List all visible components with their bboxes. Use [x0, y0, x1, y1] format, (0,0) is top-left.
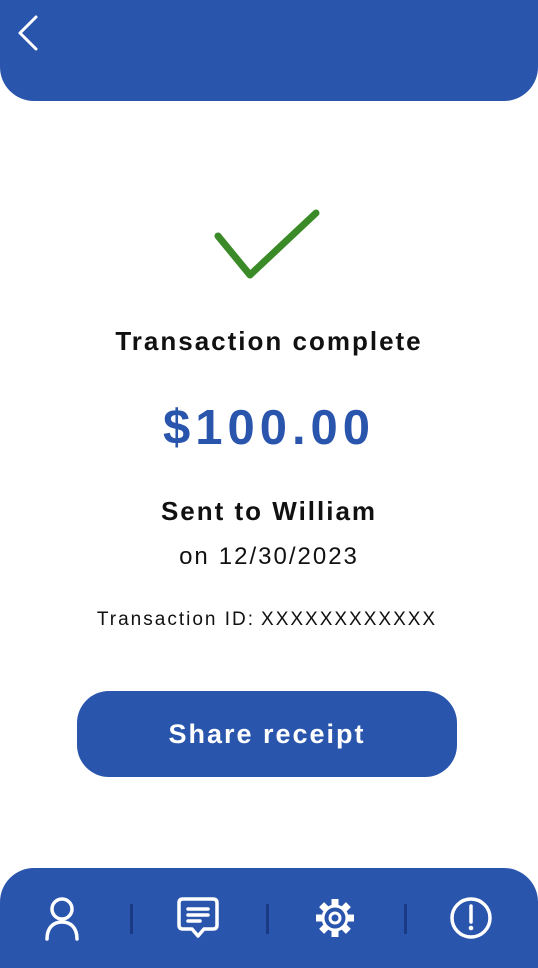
chevron-left-icon: [18, 15, 38, 51]
nav-alerts[interactable]: [447, 894, 495, 942]
transaction-date-line: on 12/30/2023: [0, 543, 538, 571]
messages-icon: [177, 897, 219, 938]
nav-divider: [266, 904, 269, 934]
transaction-id-line: Transaction ID: XXXXXXXXXXXX: [0, 609, 534, 631]
status-title: Transaction complete: [115, 326, 423, 356]
bottom-nav: [0, 868, 538, 968]
recipient-line: Sent to William: [160, 496, 378, 526]
date-prefix: on: [179, 543, 210, 570]
nav-divider: [404, 904, 407, 934]
share-receipt-label: Share receipt: [168, 718, 366, 749]
settings-icon: [316, 899, 354, 937]
share-receipt-button[interactable]: Share receipt: [77, 691, 457, 777]
nav-divider: [130, 904, 133, 934]
profile-icon: [45, 897, 79, 941]
alert-icon: [450, 897, 492, 939]
transaction-id-value: XXXXXXXXXXXX: [261, 609, 438, 630]
checkmark-icon: [214, 209, 320, 279]
transaction-date: 12/30/2023: [218, 543, 359, 570]
top-app-bar: [0, 0, 538, 101]
back-button[interactable]: [10, 10, 50, 56]
transaction-amount: $100.00: [162, 401, 376, 455]
nav-profile[interactable]: [38, 894, 86, 942]
nav-settings[interactable]: [311, 894, 359, 942]
nav-messages[interactable]: [174, 894, 222, 942]
transaction-id-label: Transaction ID:: [96, 609, 256, 630]
